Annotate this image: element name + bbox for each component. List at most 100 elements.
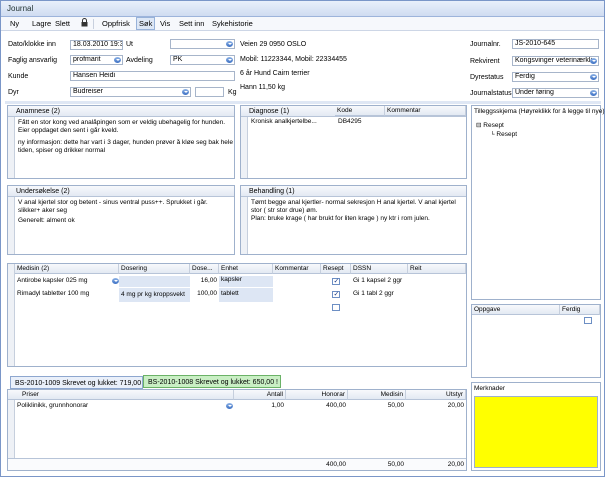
rekvirent-select[interactable]: Kongsvinger veterinærkli	[512, 56, 599, 66]
dyr-label: Dyr	[8, 89, 19, 96]
table-row[interactable]: Rimadyl tabletter 100 mg 4 mg pr kg krop…	[15, 288, 466, 302]
refresh-button[interactable]: Oppfrisk	[102, 19, 130, 28]
col-oppgave[interactable]: Oppgave	[472, 305, 560, 315]
col-enhet[interactable]: Enhet	[219, 264, 273, 274]
undersokelse-text-2[interactable]: slikker+ aker seg	[18, 207, 67, 215]
date-out-field[interactable]	[170, 39, 235, 49]
col-ferdig[interactable]: Ferdig	[560, 305, 600, 315]
col-reit[interactable]: Reit	[408, 264, 466, 274]
col-kommentar[interactable]: Kommentar	[273, 264, 321, 274]
anamnese-text-4[interactable]: tiden, spiser og drikker normal	[18, 147, 105, 155]
medisin-enhet[interactable]: tablett	[219, 288, 273, 302]
journalstatus-label: Journalstatus	[470, 90, 512, 97]
medisin-enhet[interactable]: kapsler	[219, 276, 273, 287]
chevron-down-icon[interactable]	[113, 56, 122, 64]
table-row[interactable]: Antirobe kapsler 025 mg 16,00 kapsler Gi…	[15, 276, 466, 287]
anamnese-text-1[interactable]: Fått en stor kong ved analåpingen som er…	[18, 119, 225, 127]
priser-utstyr[interactable]: 20,00	[406, 402, 466, 409]
new-row[interactable]	[15, 303, 466, 313]
date-in-field[interactable]: 18.03.2010 19:38	[70, 40, 123, 50]
col-medisin[interactable]: Medisin	[348, 390, 406, 400]
tab-bs-2010-1008[interactable]: BS-2010-1008 Skrevet og lukket: 650,00 !	[143, 375, 281, 388]
priser-antall[interactable]: 1,00	[234, 402, 286, 409]
medisin-dssn[interactable]: Gi 1 kapsel 2 ggr	[351, 277, 408, 284]
col-resept[interactable]: Resept	[321, 264, 351, 274]
merknader-textarea[interactable]	[474, 396, 598, 468]
delete-button[interactable]: Slett	[55, 19, 70, 28]
chevron-down-icon[interactable]	[181, 88, 190, 96]
insert-menu[interactable]: Sett inn	[179, 19, 204, 28]
behandling-text-1[interactable]: Tømt begge anal kjertler- normal sekresj…	[251, 199, 456, 207]
col-dssn[interactable]: DSSN	[351, 264, 408, 274]
priser-name[interactable]: Poliklinikk, grunnhonorar	[15, 402, 225, 409]
medisin-dose[interactable]: 100,00	[190, 290, 219, 297]
col-medisin[interactable]: Medisin (2)	[15, 264, 119, 274]
tillegg-panel: Tilleggsskjema (Høyreklikk for å legge t…	[471, 105, 605, 300]
total-honorar: 400,00	[326, 461, 346, 468]
chevron-down-icon[interactable]	[225, 56, 234, 64]
history-menu[interactable]: Sykehistorie	[212, 19, 253, 28]
resept-checkbox[interactable]	[332, 304, 340, 311]
medisin-dose[interactable]: 16,00	[190, 277, 219, 284]
table-row[interactable]: Kronisk analkjertelbe... DB4295	[249, 118, 466, 127]
chevron-down-icon[interactable]	[589, 57, 598, 65]
chevron-down-icon[interactable]	[589, 73, 598, 81]
resept-checkbox[interactable]	[332, 277, 340, 285]
kunde-field[interactable]: Hansen Heidi	[70, 71, 235, 81]
medisin-dssn[interactable]: Gi 1 tabl 2 ggr	[351, 290, 408, 297]
journalstatus-select[interactable]: Under føring	[512, 88, 599, 98]
lock-icon[interactable]	[81, 18, 88, 29]
resept-checkbox[interactable]	[332, 290, 340, 298]
col-dose[interactable]: Dose...	[190, 264, 219, 274]
kunde-label: Kunde	[8, 73, 29, 80]
horizontal-splitter[interactable]	[5, 101, 601, 104]
anamnese-text-2[interactable]: Eier oppdaget den sent i går kveld.	[18, 127, 118, 135]
chevron-down-icon[interactable]	[225, 40, 234, 48]
col-kode[interactable]: Kode	[335, 106, 385, 116]
table-row[interactable]: Poliklinikk, grunnhonorar 1,00 400,00 50…	[15, 402, 466, 412]
undersokelse-text-3[interactable]: Generelt: alment ok	[18, 217, 75, 225]
tree-node-resept[interactable]: ⊟ Resept	[476, 122, 504, 130]
diagnose-panel: Diagnose (1) Kode Kommentar Kronisk anal…	[240, 105, 467, 179]
customer-address: Veien 29 0950 OSLO	[240, 41, 307, 48]
col-dosering[interactable]: Dosering	[119, 264, 190, 274]
ut-label: Ut	[126, 41, 133, 48]
behandling-text-2[interactable]: stor ( str stor drue) øm.	[251, 207, 317, 215]
medisin-name[interactable]: Rimadyl tabletter 100 mg	[15, 290, 119, 297]
priser-medisin[interactable]: 50,00	[348, 402, 406, 409]
col-antall[interactable]: Antall	[234, 390, 286, 400]
behandling-gutter	[241, 197, 248, 254]
save-button[interactable]: Lagre	[32, 19, 51, 28]
anamnese-text-3[interactable]: ny informasjon: dette har vart i 3 dager…	[18, 139, 233, 147]
kg-field[interactable]	[195, 87, 224, 97]
diagnose-name[interactable]: Kronisk analkjertelbe...	[249, 118, 335, 125]
tree-node-resept-child[interactable]: └ Resept	[490, 131, 517, 139]
priser-gutter	[8, 400, 15, 458]
journalnr-field[interactable]: JS-2010-645	[512, 39, 599, 49]
col-utstyr[interactable]: Utstyr	[406, 390, 466, 400]
priser-honorar[interactable]: 400,00	[286, 402, 348, 409]
faglig-select[interactable]: profmarit	[70, 55, 123, 65]
medisin-dosering[interactable]	[119, 276, 190, 287]
new-button[interactable]: Ny	[10, 19, 19, 28]
ferdig-checkbox[interactable]	[584, 317, 592, 324]
avdeling-select[interactable]: PK	[170, 55, 235, 65]
diagnose-code[interactable]: DB4295	[336, 118, 384, 125]
col-kommentar[interactable]: Kommentar	[385, 106, 466, 116]
behandling-text-3[interactable]: Plan: bruke krage ( har brukt for liten …	[251, 215, 430, 223]
col-priser[interactable]: Priser	[8, 390, 234, 400]
faglig-label: Faglig ansvarlig	[8, 57, 58, 64]
chevron-down-icon[interactable]	[225, 402, 234, 410]
medisin-dosering[interactable]: 4 mg pr kg kroppsvekt	[119, 288, 190, 302]
search-menu[interactable]: Søk	[136, 17, 156, 30]
dyr-select[interactable]: Budreiser	[70, 87, 191, 97]
undersokelse-text-1[interactable]: V anal kjertel stor og betent - sinus ve…	[18, 199, 208, 207]
medisin-name[interactable]: Antirobe kapsler 025 mg	[15, 277, 109, 284]
view-menu[interactable]: Vis	[160, 19, 170, 28]
undersokelse-header: Undersøkelse (2)	[8, 186, 234, 197]
chevron-down-icon[interactable]	[589, 89, 598, 97]
tab-bs-2010-1009[interactable]: BS-2010-1009 Skrevet og lukket: 719,00 !	[10, 376, 145, 389]
dyrestatus-select[interactable]: Ferdig	[512, 72, 599, 82]
journal-window: Journal Ny Lagre Slett Oppfrisk Søk Vis …	[0, 0, 605, 477]
col-honorar[interactable]: Honorar	[286, 390, 348, 400]
